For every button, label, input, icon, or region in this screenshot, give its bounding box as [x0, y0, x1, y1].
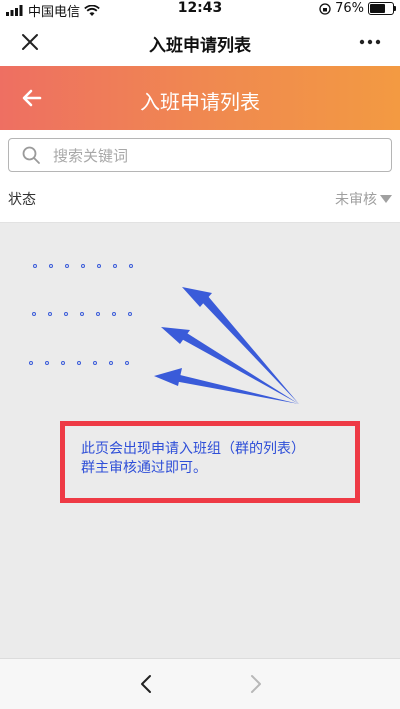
status-bar: 中国电信 12:43 76%	[0, 0, 400, 20]
page-title: 入班申请列表	[140, 90, 260, 114]
status-right: 76%	[319, 1, 396, 16]
bottom-toolbar	[0, 658, 400, 709]
battery-fill	[370, 4, 385, 13]
search-area	[0, 130, 400, 180]
search-icon	[22, 146, 40, 164]
arrow-3-head	[154, 368, 182, 386]
filter-row: 状态 未审核	[0, 180, 400, 223]
status-filter-dropdown[interactable]: 未审核	[335, 189, 392, 209]
arrow-3	[174, 374, 299, 404]
wechat-title: 入班申请列表	[149, 36, 251, 56]
annotation-text: 此页会出现申请入班组（群的列表） 群主审核通过即可。	[81, 440, 305, 478]
more-icon[interactable]	[358, 32, 382, 52]
battery-icon	[368, 2, 396, 15]
battery-percent: 76%	[335, 1, 364, 16]
chevron-left-icon[interactable]	[134, 671, 160, 697]
annotation-box: 此页会出现申请入班组（群的列表） 群主审核通过即可。	[60, 421, 360, 503]
caret-down-icon	[380, 195, 392, 203]
arrow-2-head	[161, 327, 190, 344]
arrow-2	[178, 330, 299, 404]
application-list-area: 此页会出现申请入班组（群的列表） 群主审核通过即可。	[0, 223, 400, 658]
status-filter-value: 未审核	[335, 192, 377, 208]
page-header: 入班申请列表	[0, 66, 400, 130]
search-box[interactable]	[8, 138, 392, 172]
annotation-line-2: 群主审核通过即可。	[81, 460, 207, 476]
status-filter-label: 状态	[8, 192, 36, 208]
annotation-line-1: 此页会出现申请入班组（群的列表）	[81, 441, 305, 457]
rotation-lock-icon	[319, 2, 331, 15]
wechat-nav-bar: 入班申请列表	[0, 18, 400, 66]
search-input[interactable]	[51, 143, 375, 169]
chevron-right-icon[interactable]	[242, 671, 268, 697]
